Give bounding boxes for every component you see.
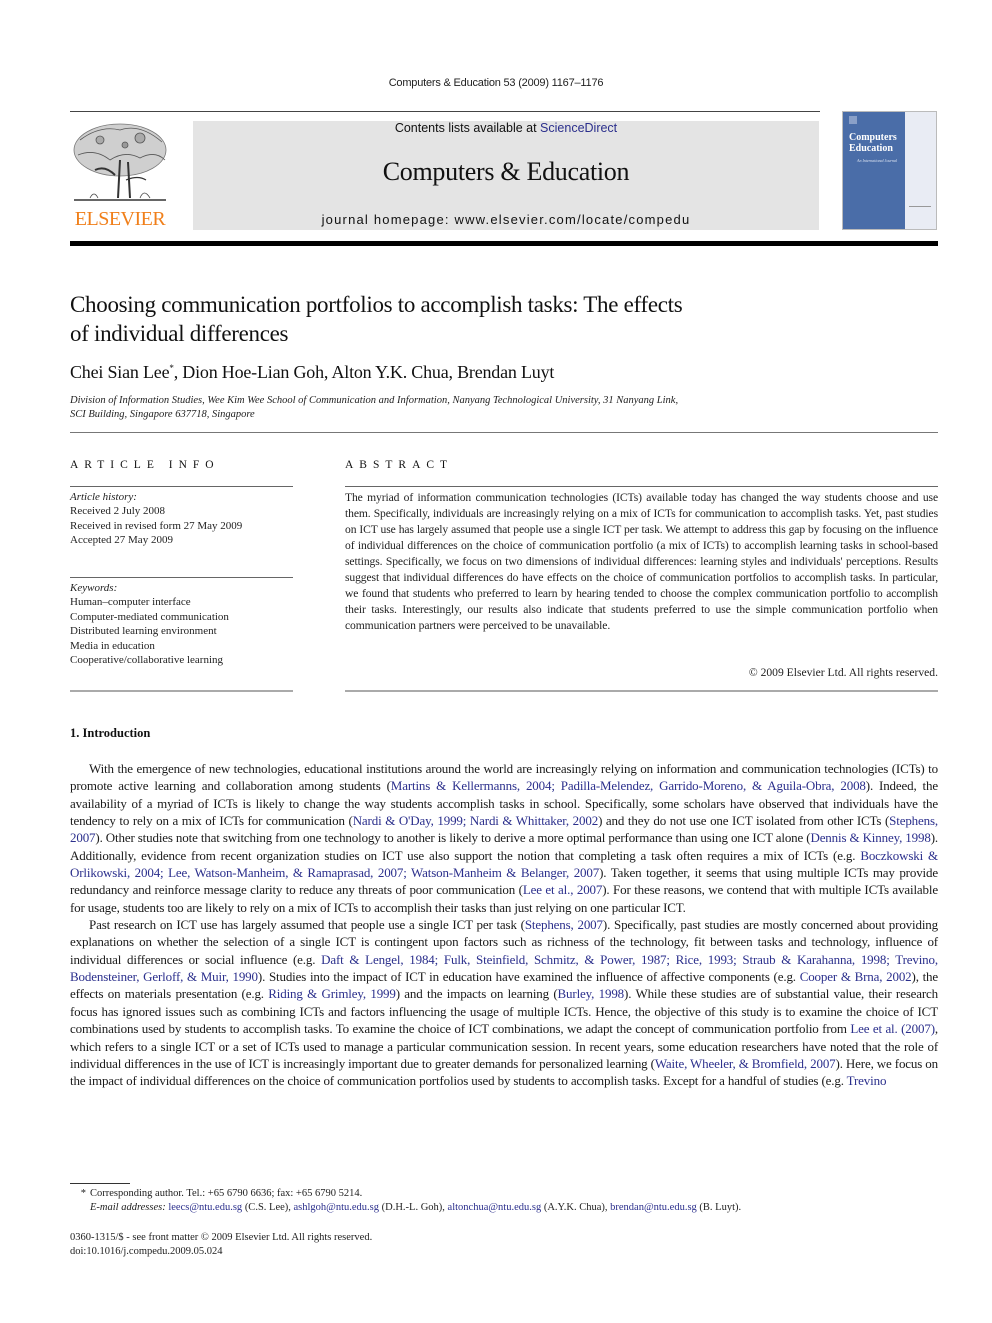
keyword-item: Human–computer interface: [70, 596, 191, 609]
keywords: Keywords: Human–computer interface Compu…: [70, 581, 293, 667]
keyword-item: Cooperative/collaborative learning: [70, 654, 224, 667]
citation-link[interactable]: Trevino: [847, 1073, 887, 1088]
email-link[interactable]: brendan@ntu.edu.sg: [610, 1202, 697, 1213]
author-list: Chei Sian Lee*, Dion Hoe-Lian Goh, Alton…: [70, 362, 555, 382]
author-name[interactable]: Dion Hoe-Lian Goh: [182, 362, 324, 382]
divider: [70, 486, 293, 487]
elsevier-tree-icon: [73, 123, 167, 201]
cover-badge-icon: [909, 206, 931, 217]
journal-title[interactable]: Computers & Education: [193, 157, 819, 187]
running-head: Computers & Education 53 (2009) 1167–117…: [388, 77, 604, 89]
issn-doi-block: 0360-1315/$ - see front matter © 2009 El…: [70, 1231, 372, 1259]
divider: [345, 690, 938, 692]
history-item: Received in revised form 27 May 2009: [70, 519, 243, 532]
citation-link[interactable]: Stephens, 2007: [525, 917, 603, 932]
affiliation: Division of Information Studies, Wee Kim…: [70, 395, 679, 420]
journal-homepage[interactable]: journal homepage: www.elsevier.com/locat…: [193, 212, 819, 227]
email-link[interactable]: altonchua@ntu.edu.sg: [448, 1202, 542, 1213]
corresponding-author-note: * Corresponding author. Tel.: +65 6790 66…: [70, 1187, 938, 1201]
divider: [345, 486, 938, 487]
contents-prefix: Contents lists available at: [394, 121, 541, 135]
email-link[interactable]: leecs@ntu.edu.sg: [168, 1202, 242, 1213]
cover-title: Computers Education: [849, 132, 897, 154]
history-item: Received 2 July 2008: [70, 505, 166, 518]
keyword-item: Distributed learning environment: [70, 625, 217, 638]
introduction-body: With the emergence of new technologies, …: [70, 760, 938, 1090]
keyword-item: Media in education: [70, 639, 155, 652]
elsevier-wordmark: ELSEVIER: [74, 208, 166, 230]
author-name[interactable]: Brendan Luyt: [457, 362, 554, 382]
cover-subtitle: An International Journal: [857, 158, 897, 163]
issn-line: 0360-1315/$ - see front matter © 2009 El…: [70, 1232, 373, 1243]
footnote-rule: [70, 1183, 130, 1184]
citation-link[interactable]: Lee et al. (2007): [850, 1021, 935, 1036]
history-label: Article history:: [70, 491, 137, 503]
citation-link[interactable]: Dennis & Kinney, 1998: [810, 830, 930, 845]
divider: [70, 690, 293, 692]
contents-line: Contents lists available at ScienceDirec…: [193, 121, 819, 135]
divider: [70, 432, 938, 433]
paragraph: With the emergence of new technologies, …: [70, 761, 938, 915]
citation-link[interactable]: Lee et al., 2007: [523, 882, 603, 897]
citation-link[interactable]: Boczkowski & Orlikowski, 2004; Lee, Wats…: [70, 848, 938, 880]
email-addresses: E-mail addresses: leecs@ntu.edu.sg (C.S.…: [90, 1202, 742, 1213]
divider: [70, 577, 293, 578]
paragraph: Past research on ICT use has largely ass…: [70, 917, 939, 1089]
sciencedirect-link[interactable]: ScienceDirect: [540, 121, 617, 135]
citation-link[interactable]: Nardi & O'Day, 1999; Nardi & Whittaker, …: [353, 813, 599, 828]
author-name[interactable]: Alton Y.K. Chua: [331, 362, 448, 382]
citation-link[interactable]: Riding & Grimley, 1999: [268, 986, 396, 1001]
elsevier-logo[interactable]: ELSEVIER: [70, 120, 170, 232]
citation-link[interactable]: Cooper & Brna, 2002: [800, 969, 912, 984]
abstract-copyright: © 2009 Elsevier Ltd. All rights reserved…: [748, 666, 938, 679]
article-history: Article history: Received 2 July 2008 Re…: [70, 490, 293, 548]
corresponding-mark[interactable]: *: [169, 363, 174, 373]
abstract-text: The myriad of information communication …: [345, 491, 938, 632]
article-title: Choosing communication portfolios to acc…: [70, 292, 683, 346]
cover-publisher-icon: [849, 116, 857, 124]
masthead: Contents lists available at ScienceDirec…: [193, 121, 819, 230]
top-rule: [70, 111, 820, 112]
cover-band: [843, 112, 905, 229]
section-heading-introduction: 1. Introduction: [70, 726, 151, 740]
citation-link[interactable]: Martins & Kellermanns, 2004; Padilla-Mel…: [391, 778, 866, 793]
footnote-star: *: [80, 1188, 86, 1199]
keywords-label: Keywords:: [70, 582, 118, 594]
abstract-heading: ABSTRACT: [345, 459, 454, 471]
doi-link[interactable]: doi:10.1016/j.compedu.2009.05.024: [70, 1245, 372, 1259]
citation-link[interactable]: Waite, Wheeler, & Bromfield, 2007: [655, 1056, 836, 1071]
citation-link[interactable]: Burley, 1998: [558, 986, 625, 1001]
journal-cover[interactable]: Computers Education An International Jour…: [842, 111, 937, 230]
header-thick-rule: [70, 241, 938, 246]
author-name[interactable]: Chei Sian Lee: [70, 362, 170, 382]
keyword-item: Computer-mediated communication: [70, 610, 229, 623]
history-item: Accepted 27 May 2009: [70, 534, 173, 547]
email-label: E-mail addresses:: [90, 1202, 166, 1213]
article-info-heading: ARTICLE INFO: [70, 459, 220, 471]
email-link[interactable]: ashlgoh@ntu.edu.sg: [294, 1202, 380, 1213]
footnotes: * Corresponding author. Tel.: +65 6790 66…: [70, 1187, 938, 1215]
